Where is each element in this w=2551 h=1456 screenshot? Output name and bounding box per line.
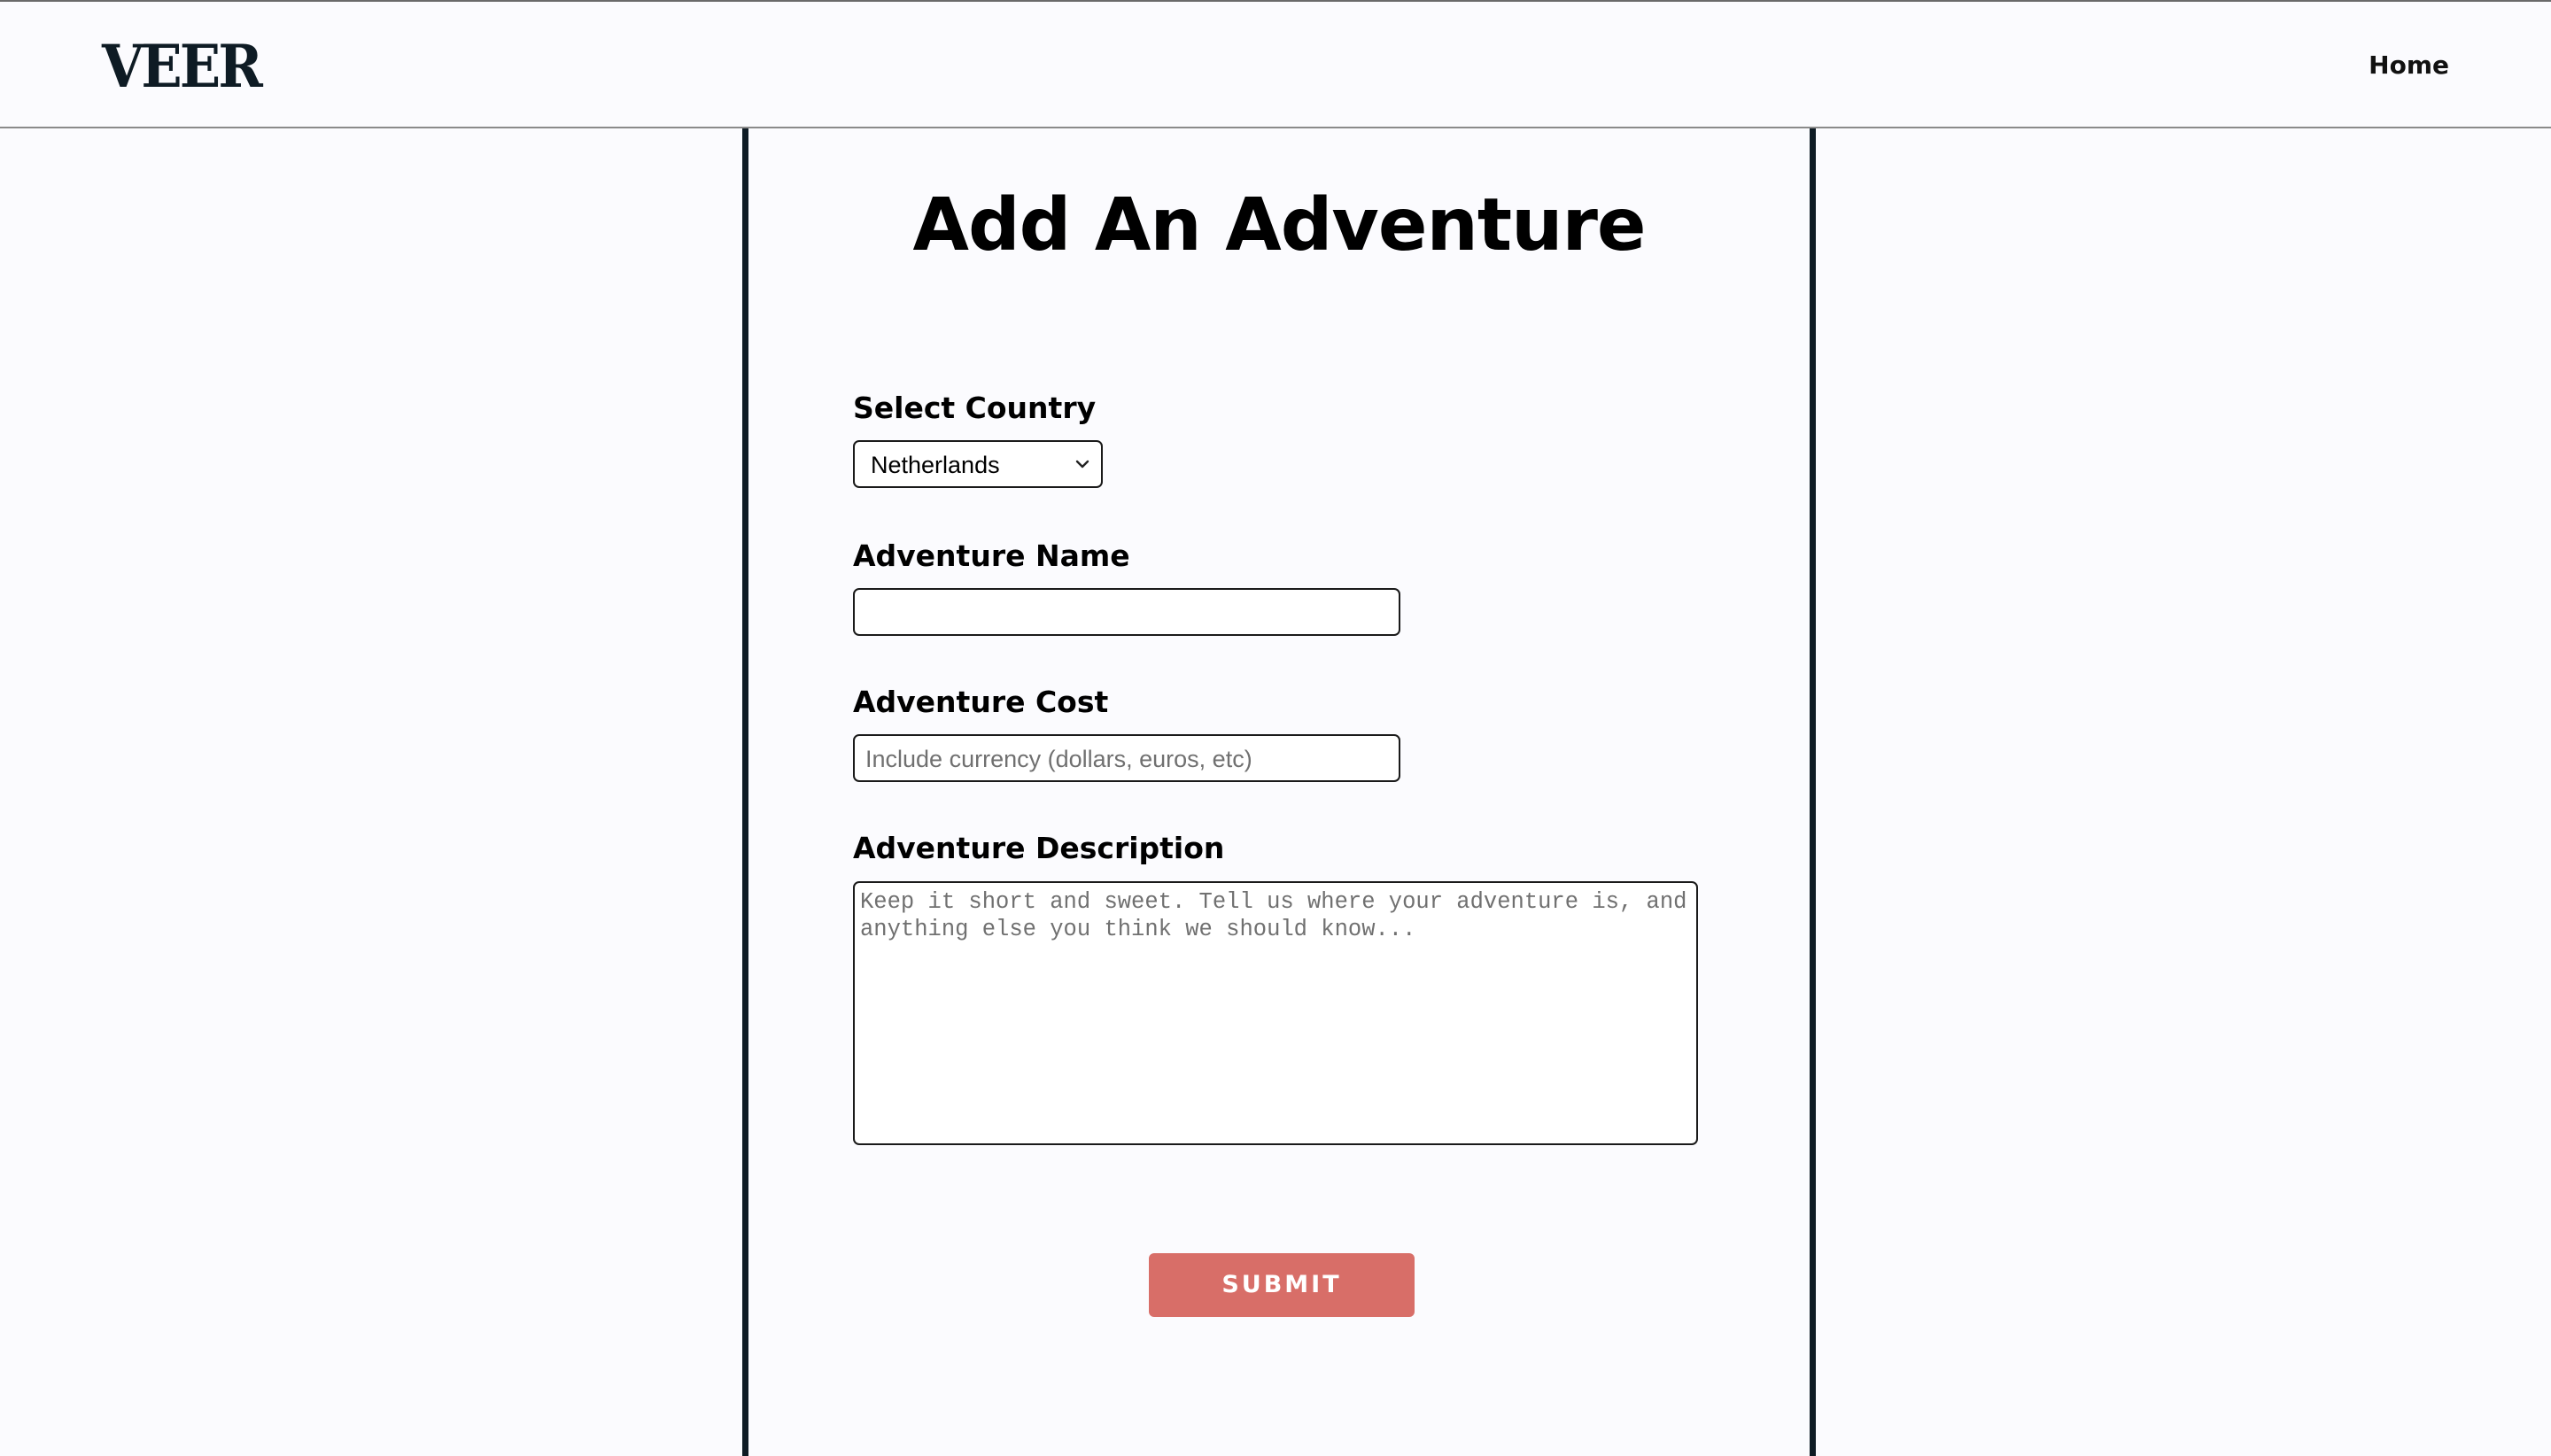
logo[interactable]: VEER [102, 35, 263, 97]
adventure-cost-placeholder: Include currency (dollars, euros, etc) [865, 746, 1252, 772]
adventure-cost-input[interactable]: Include currency (dollars, euros, etc) [853, 734, 1400, 782]
page-title: Add An Adventure [912, 183, 1646, 267]
submit-button[interactable]: SUBMIT [1149, 1253, 1415, 1317]
adventure-name-input[interactable] [853, 588, 1400, 636]
adventure-description-placeholder: Keep it short and sweet. Tell us where y… [860, 889, 1701, 942]
navbar: VEER Home [0, 2, 2551, 128]
adventure-description-label: Adventure Description [853, 831, 1225, 865]
country-select[interactable]: Netherlands [853, 440, 1103, 488]
adventure-name-label: Adventure Name [853, 538, 1130, 573]
form-panel: Add An Adventure Select Country Netherla… [742, 128, 1816, 1456]
chevron-down-icon [1075, 460, 1089, 469]
adventure-cost-label: Adventure Cost [853, 685, 1109, 719]
adventure-description-textarea[interactable]: Keep it short and sweet. Tell us where y… [853, 881, 1698, 1145]
country-label: Select Country [853, 391, 1097, 425]
country-select-value: Netherlands [871, 452, 1000, 478]
nav-link-home[interactable]: Home [2369, 50, 2449, 81]
